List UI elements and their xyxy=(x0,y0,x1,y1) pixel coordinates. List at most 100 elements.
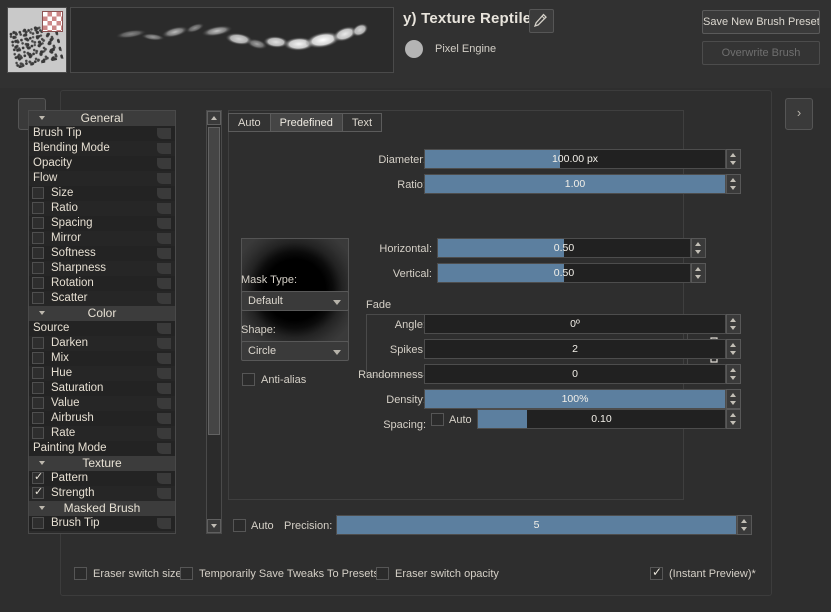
option-group-masked-brush[interactable]: Masked Brush xyxy=(29,501,175,516)
option-item-checkbox[interactable] xyxy=(32,202,44,214)
scrollbar-thumb[interactable] xyxy=(208,127,220,435)
instant-preview-checkbox[interactable] xyxy=(650,567,663,580)
density-spinner[interactable] xyxy=(726,389,741,409)
next-preset-button[interactable]: › xyxy=(785,98,813,130)
spacing-spinner[interactable] xyxy=(726,409,741,429)
tab-predefined[interactable]: Predefined xyxy=(270,113,342,132)
option-item-flow[interactable]: Flow xyxy=(29,171,175,186)
option-item-checkbox[interactable] xyxy=(32,247,44,259)
tab-auto[interactable]: Auto xyxy=(228,113,270,132)
option-item-softness[interactable]: Softness xyxy=(29,246,175,261)
diameter-slider[interactable]: 100.00 px xyxy=(424,149,726,169)
temporarily-save-tweaks-checkbox[interactable] xyxy=(180,567,193,580)
option-item-blending-mode[interactable]: Blending Mode xyxy=(29,141,175,156)
option-item-checkbox[interactable] xyxy=(32,352,44,364)
ratio-slider[interactable]: 1.00 xyxy=(424,174,726,194)
option-item-painting-mode[interactable]: Painting Mode xyxy=(29,441,175,456)
checker-overlay-icon xyxy=(42,11,63,32)
option-item-mix[interactable]: Mix xyxy=(29,351,175,366)
eraser-switch-opacity-label: Eraser switch opacity xyxy=(395,568,499,580)
shape-value: Circle xyxy=(248,345,276,357)
option-item-checkbox[interactable] xyxy=(32,292,44,304)
angle-slider[interactable]: 0º xyxy=(424,314,726,334)
diameter-spinner[interactable] xyxy=(726,149,741,169)
option-item-sensor-icon xyxy=(157,398,171,409)
shape-label: Shape: xyxy=(241,324,276,336)
option-item-checkbox[interactable] xyxy=(32,397,44,409)
eraser-switch-opacity-checkbox[interactable] xyxy=(376,567,389,580)
angle-spinner[interactable] xyxy=(726,314,741,334)
horizontal-fade-spinner[interactable] xyxy=(691,238,706,258)
option-item-sensor-icon xyxy=(157,518,171,529)
mask-type-select[interactable]: Default xyxy=(241,291,349,311)
option-item-checkbox[interactable] xyxy=(32,217,44,229)
randomness-spinner[interactable] xyxy=(726,364,741,384)
option-item-saturation[interactable]: Saturation xyxy=(29,381,175,396)
option-item-checkbox[interactable] xyxy=(32,382,44,394)
brush-thumbnail[interactable] xyxy=(7,7,67,73)
spacing-auto-checkbox[interactable] xyxy=(431,413,444,426)
option-item-pattern[interactable]: Pattern xyxy=(29,471,175,486)
option-item-brush-tip[interactable]: Brush Tip xyxy=(29,126,175,141)
edit-preset-name-button[interactable] xyxy=(529,9,554,33)
option-item-label: Strength xyxy=(51,486,94,501)
spikes-slider[interactable]: 2 xyxy=(424,339,726,359)
scroll-down-arrow-icon[interactable] xyxy=(207,519,221,533)
precision-auto-checkbox[interactable] xyxy=(233,519,246,532)
option-item-spacing[interactable]: Spacing xyxy=(29,216,175,231)
option-item-rate[interactable]: Rate xyxy=(29,426,175,441)
option-item-darken[interactable]: Darken xyxy=(29,336,175,351)
option-group-general[interactable]: General xyxy=(29,111,175,126)
option-item-checkbox[interactable] xyxy=(32,367,44,379)
option-item-value[interactable]: Value xyxy=(29,396,175,411)
option-item-sharpness[interactable]: Sharpness xyxy=(29,261,175,276)
option-item-source[interactable]: Source xyxy=(29,321,175,336)
tab-text[interactable]: Text xyxy=(342,113,382,132)
option-item-rotation[interactable]: Rotation xyxy=(29,276,175,291)
brush-option-list[interactable]: GeneralBrush TipBlending ModeOpacityFlow… xyxy=(28,110,176,534)
option-item-opacity[interactable]: Opacity xyxy=(29,156,175,171)
eraser-switch-size-checkbox[interactable] xyxy=(74,567,87,580)
option-group-color[interactable]: Color xyxy=(29,306,175,321)
density-slider[interactable]: 100% xyxy=(424,389,726,409)
shape-select[interactable]: Circle xyxy=(241,341,349,361)
option-item-checkbox[interactable] xyxy=(32,487,44,499)
option-item-mirror[interactable]: Mirror xyxy=(29,231,175,246)
option-item-label: Mirror xyxy=(51,231,81,246)
vertical-fade-spinner[interactable] xyxy=(691,263,706,283)
precision-spinner[interactable] xyxy=(737,515,752,535)
randomness-slider[interactable]: 0 xyxy=(424,364,726,384)
option-item-checkbox[interactable] xyxy=(32,232,44,244)
ratio-spinner[interactable] xyxy=(726,174,741,194)
option-item-size[interactable]: Size xyxy=(29,186,175,201)
option-item-brush-tip[interactable]: Brush Tip xyxy=(29,516,175,531)
brush-engine-icon xyxy=(405,40,423,58)
option-item-sensor-icon xyxy=(157,203,171,214)
option-item-checkbox[interactable] xyxy=(32,412,44,424)
option-group-label: Color xyxy=(88,306,117,320)
spikes-spinner[interactable] xyxy=(726,339,741,359)
option-item-checkbox[interactable] xyxy=(32,517,44,529)
option-item-checkbox[interactable] xyxy=(32,262,44,274)
option-item-checkbox[interactable] xyxy=(32,472,44,484)
option-item-scatter[interactable]: Scatter xyxy=(29,291,175,306)
anti-alias-checkbox[interactable] xyxy=(242,373,255,386)
option-item-ratio[interactable]: Ratio xyxy=(29,201,175,216)
option-item-strength[interactable]: Strength xyxy=(29,486,175,501)
option-list-scrollbar[interactable] xyxy=(206,110,222,534)
save-new-brush-preset-button[interactable]: Save New Brush Preset... xyxy=(702,10,820,34)
precision-slider[interactable]: 5 xyxy=(336,515,737,535)
option-item-checkbox[interactable] xyxy=(32,187,44,199)
option-item-checkbox[interactable] xyxy=(32,427,44,439)
horizontal-fade-slider[interactable]: 0.50 xyxy=(437,238,691,258)
mask-type-label: Mask Type: xyxy=(241,274,297,286)
option-item-airbrush[interactable]: Airbrush xyxy=(29,411,175,426)
precision-auto-label: Auto xyxy=(251,520,274,532)
vertical-fade-slider[interactable]: 0.50 xyxy=(437,263,691,283)
option-item-hue[interactable]: Hue xyxy=(29,366,175,381)
option-item-checkbox[interactable] xyxy=(32,337,44,349)
option-item-checkbox[interactable] xyxy=(32,277,44,289)
scroll-up-arrow-icon[interactable] xyxy=(207,111,221,125)
spacing-slider[interactable]: 0.10 xyxy=(477,409,726,429)
option-group-texture[interactable]: Texture xyxy=(29,456,175,471)
